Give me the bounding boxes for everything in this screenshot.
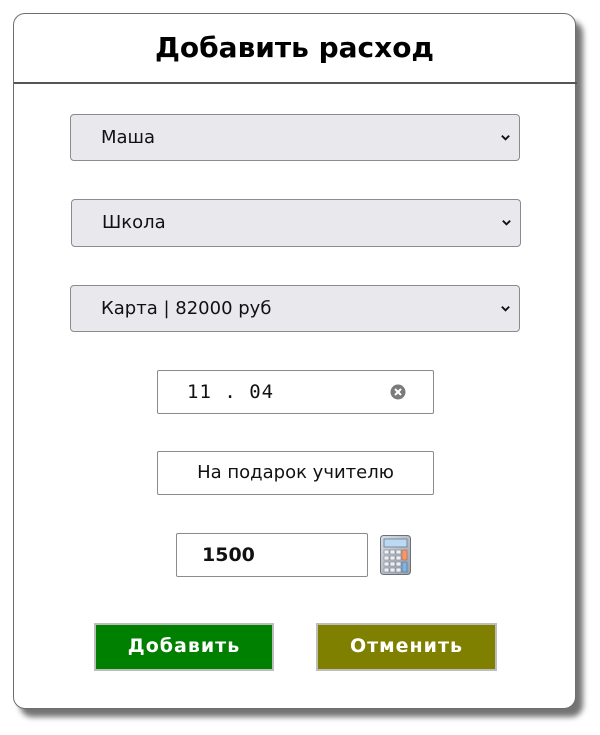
- amount-field[interactable]: 1500: [176, 533, 368, 577]
- date-field-value: 11 . 04: [187, 381, 275, 403]
- person-select-value: Маша: [101, 127, 156, 148]
- chevron-down-icon: [501, 306, 510, 312]
- note-field-value: На подарок учителю: [197, 462, 394, 483]
- account-select[interactable]: Карта | 82000 руб: [70, 285, 520, 332]
- category-select[interactable]: Школа: [71, 199, 521, 247]
- chevron-down-icon: [501, 135, 510, 141]
- cancel-button[interactable]: Отменить: [316, 623, 497, 671]
- add-button[interactable]: Добавить: [94, 623, 274, 671]
- person-select[interactable]: Маша: [70, 114, 520, 161]
- amount-field-value: 1500: [202, 544, 255, 566]
- title-divider: [14, 82, 577, 84]
- calculator-icon[interactable]: [380, 535, 411, 575]
- category-select-value: Школа: [102, 212, 166, 233]
- date-field[interactable]: 11 . 04: [157, 370, 434, 414]
- account-select-value: Карта | 82000 руб: [101, 298, 272, 319]
- chevron-down-icon: [502, 220, 511, 226]
- note-field[interactable]: На подарок учителю: [157, 451, 434, 495]
- dialog-title: Добавить расход: [154, 31, 435, 64]
- clear-icon[interactable]: [390, 384, 406, 400]
